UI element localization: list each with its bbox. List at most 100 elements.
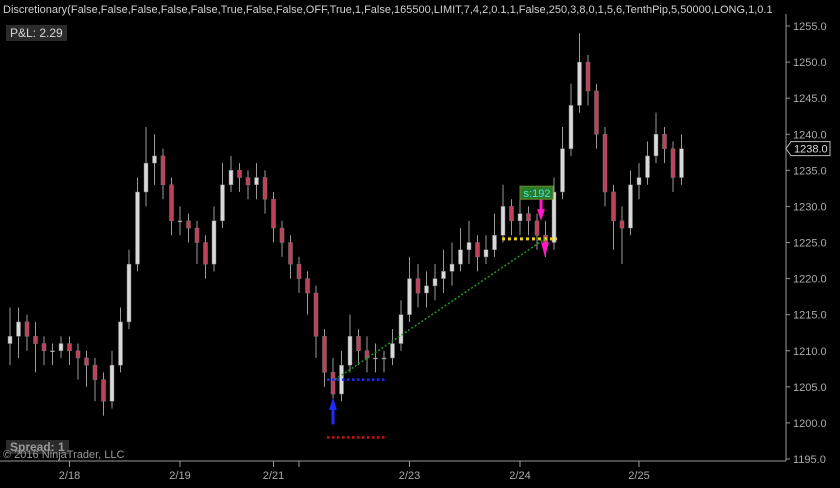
candle-up [16, 321, 21, 337]
candle-down [534, 220, 540, 236]
candle-up [50, 350, 55, 352]
candle-up [390, 343, 395, 359]
candle-down [296, 263, 302, 279]
candle-down [101, 379, 106, 402]
candle-up [109, 364, 115, 402]
x-tick-label: 2/24 [509, 470, 530, 482]
candle-up [228, 170, 234, 186]
price-chart[interactable]: 1195.0 1200.0 1205.0 1210.0 1215.0 1220.0 1225… [0, 0, 840, 488]
candle-up [126, 263, 132, 323]
candle-up [679, 148, 684, 178]
y-tick-label: 1195.0 [793, 454, 826, 466]
candle-down [245, 177, 251, 186]
y-tick-label: 1215.0 [793, 310, 827, 322]
strategy-title: Discretionary(False,False,False,False,Fa… [3, 4, 773, 16]
candle-down [670, 148, 676, 178]
candle-down [67, 343, 72, 351]
candle-down [662, 134, 667, 149]
exit-arrow-icon [541, 242, 549, 257]
candle-down [279, 227, 285, 243]
copyright-text: © 2016 NinjaTrader, LLC [3, 449, 125, 461]
candle-up [220, 184, 225, 222]
candle-down [194, 227, 200, 243]
candle-down [169, 184, 174, 222]
candle-down [305, 278, 310, 294]
candle-up [560, 148, 565, 193]
candle-down [594, 90, 599, 135]
candle-down [186, 220, 191, 229]
candle-down [322, 336, 327, 373]
candle-up [466, 242, 472, 250]
candle-up [211, 220, 217, 265]
candle-up [373, 357, 378, 360]
candle-down [611, 191, 616, 222]
candle-down [271, 198, 276, 229]
x-tick-label: 2/23 [399, 470, 420, 482]
candle-up [432, 278, 438, 287]
y-tick-label: 1200.0 [793, 418, 827, 430]
candle-up [517, 213, 523, 222]
y-tick-label: 1220.0 [793, 274, 827, 286]
candle-up [381, 357, 387, 360]
candle-up [254, 177, 259, 186]
candle-down [41, 343, 47, 351]
candle-down [237, 170, 242, 178]
candle-down [313, 292, 319, 337]
pnl-label: P&L: 2.29 [6, 25, 67, 41]
x-tick-label: 2/21 [263, 470, 284, 482]
candle-up [577, 61, 582, 106]
candle-down [75, 350, 81, 359]
trend-line [334, 238, 546, 381]
candle-down [24, 321, 30, 337]
y-tick-label: 1205.0 [793, 382, 827, 394]
x-tick-label: 2/25 [628, 470, 649, 482]
candle-down [602, 134, 608, 193]
y-tick-label: 1230.0 [793, 201, 827, 213]
candle-down [526, 213, 531, 222]
candle-up [653, 134, 659, 157]
candle-down [330, 372, 336, 395]
y-tick-label: 1245.0 [793, 93, 827, 105]
candle-up [135, 191, 140, 265]
candle-down [415, 278, 421, 294]
candle-up [347, 336, 353, 366]
candle-up [492, 235, 497, 250]
candle-up [458, 249, 463, 265]
y-tick-label: 1210.0 [793, 346, 827, 358]
y-tick-label: 1225.0 [793, 238, 827, 250]
candle-up [449, 263, 455, 272]
candle-up [628, 184, 633, 229]
candle-down [288, 242, 293, 265]
y-tick-label: 1235.0 [793, 165, 827, 177]
buy-arrow-icon [329, 397, 337, 425]
candle-up [645, 155, 650, 178]
candle-up [7, 336, 13, 344]
candle-up [407, 278, 412, 315]
candle-down [160, 155, 166, 186]
candle-up [143, 162, 149, 193]
candle-down [475, 242, 480, 258]
candle-down [262, 177, 268, 200]
candle-down [585, 61, 591, 92]
x-tick-label: 2/19 [169, 470, 190, 482]
last-price-label: 1238.0 [794, 144, 828, 156]
signal-label: s:192 [524, 188, 551, 200]
candle-down [33, 336, 38, 344]
candle-down [619, 220, 625, 229]
candle-up [500, 206, 506, 236]
candle-down [84, 357, 89, 366]
candle-up [568, 105, 574, 149]
candle-up [118, 321, 123, 366]
candle-up [483, 249, 489, 258]
candle-down [203, 242, 208, 265]
y-tick-label: 1240.0 [793, 129, 827, 141]
y-tick-label: 1255.0 [793, 21, 827, 33]
y-tick-label: 1250.0 [793, 57, 827, 69]
candle-up [398, 314, 404, 344]
candle-up [58, 343, 64, 351]
candle-up [177, 220, 183, 223]
candle-down [356, 336, 361, 352]
candle-up [424, 285, 429, 294]
candle-up [152, 155, 157, 164]
x-tick-label: 2/18 [59, 470, 80, 482]
